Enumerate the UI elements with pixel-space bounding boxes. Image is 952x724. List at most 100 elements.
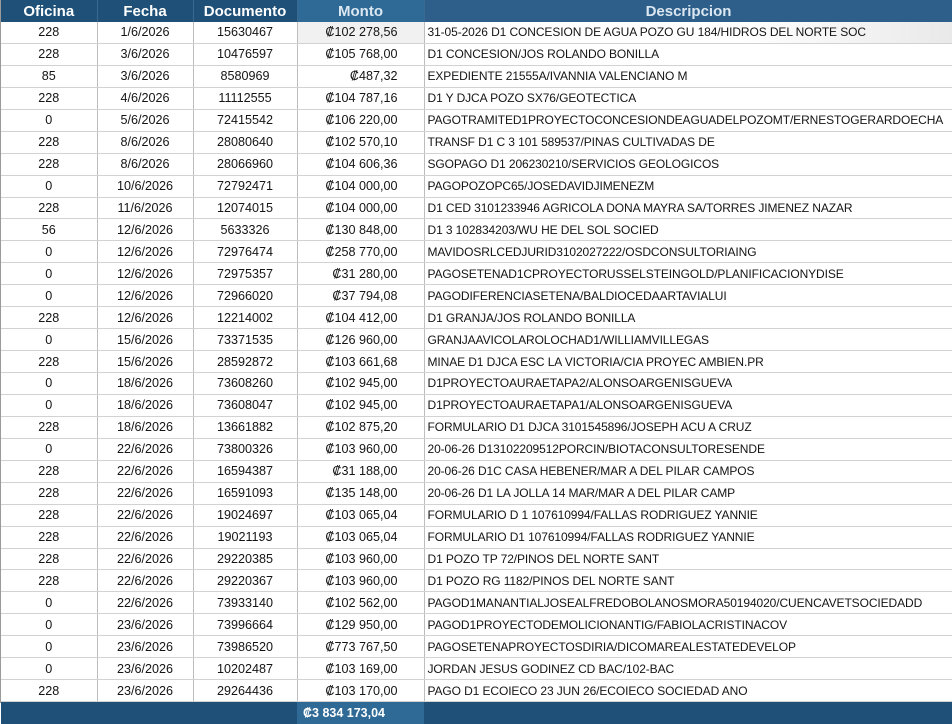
cell-oficina[interactable]: 228	[1, 569, 98, 593]
cell-descripcion[interactable]: D1 3 102834203/WU HE DEL SOL SOCIED	[424, 218, 952, 242]
cell-monto[interactable]: ₡103 169,00	[297, 657, 425, 681]
cell-monto[interactable]: ₡104 000,00	[297, 197, 425, 220]
cell-fecha[interactable]: 18/6/2026	[97, 372, 194, 395]
cell-monto[interactable]: ₡103 661,68	[297, 350, 425, 373]
cell-fecha[interactable]: 5/6/2026	[97, 109, 194, 132]
cell-descripcion[interactable]: PAGOSETENAD1CPROYECTORUSSELSTEINGOLD/PLA…	[424, 262, 952, 286]
cell-descripcion[interactable]: FORMULARIO D 1 107610994/FALLAS RODRIGUE…	[424, 504, 952, 527]
cell-descripcion[interactable]: D1 Y DJCA POZO SX76/GEOTECTICA	[424, 87, 952, 110]
cell-monto[interactable]: ₡773 767,50	[297, 635, 425, 659]
cell-documento[interactable]: 12214002	[193, 306, 298, 330]
cell-monto[interactable]: ₡102 562,00	[297, 591, 425, 615]
cell-documento[interactable]: 11112555	[193, 87, 298, 110]
cell-fecha[interactable]: 22/6/2026	[97, 548, 194, 571]
cell-oficina[interactable]: 0	[1, 438, 98, 461]
cell-descripcion[interactable]: D1 POZO TP 72/PINOS DEL NORTE SANT	[424, 548, 952, 571]
cell-oficina[interactable]: 0	[1, 657, 98, 681]
cell-monto[interactable]: ₡104 412,00	[297, 306, 425, 330]
total-row-empty-cell[interactable]	[424, 701, 952, 724]
cell-documento[interactable]: 10476597	[193, 43, 298, 66]
cell-fecha[interactable]: 22/6/2026	[97, 591, 194, 615]
cell-fecha[interactable]: 23/6/2026	[97, 635, 194, 659]
cell-oficina[interactable]: 0	[1, 591, 98, 615]
cell-monto[interactable]: ₡104 606,36	[297, 153, 425, 176]
cell-fecha[interactable]: 12/6/2026	[97, 306, 194, 330]
cell-descripcion[interactable]: PAGO D1 ECOIECO 23 JUN 26/ECOIECO SOCIED…	[424, 679, 952, 703]
cell-documento[interactable]: 72975357	[193, 262, 298, 286]
cell-oficina[interactable]: 0	[1, 262, 98, 286]
column-header-monto[interactable]: Monto	[297, 0, 425, 22]
cell-descripcion[interactable]: D1 GRANJA/JOS ROLANDO BONILLA	[424, 306, 952, 330]
cell-oficina[interactable]: 228	[1, 679, 98, 703]
cell-fecha[interactable]: 22/6/2026	[97, 438, 194, 461]
cell-monto[interactable]: ₡106 220,00	[297, 109, 425, 132]
cell-documento[interactable]: 19021193	[193, 526, 298, 549]
cell-descripcion[interactable]: PAGOPOZOPC65/JOSEDAVIDJIMENEZM	[424, 175, 952, 198]
cell-oficina[interactable]: 228	[1, 131, 98, 154]
cell-documento[interactable]: 29220385	[193, 548, 298, 571]
cell-oficina[interactable]: 228	[1, 153, 98, 176]
cell-monto[interactable]: ₡105 768,00	[297, 43, 425, 66]
cell-monto[interactable]: ₡102 945,00	[297, 394, 425, 417]
cell-monto[interactable]: ₡103 170,00	[297, 679, 425, 703]
cell-fecha[interactable]: 12/6/2026	[97, 218, 194, 242]
column-header-descripcion[interactable]: Descripcion	[424, 0, 952, 22]
cell-descripcion[interactable]: D1PROYECTOAURAETAPA2/ALONSOARGENISGUEVA	[424, 372, 952, 395]
cell-documento[interactable]: 72966020	[193, 284, 298, 308]
cell-oficina[interactable]: 228	[1, 526, 98, 549]
total-row-empty-cell[interactable]	[97, 701, 193, 724]
cell-documento[interactable]: 73608047	[193, 394, 298, 417]
cell-descripcion[interactable]: D1 POZO RG 1182/PINOS DEL NORTE SANT	[424, 569, 952, 593]
column-header-fecha[interactable]: Fecha	[97, 0, 194, 22]
cell-descripcion[interactable]: PAGOTRAMITED1PROYECTOCONCESIONDEAGUADELP…	[424, 109, 952, 132]
cell-documento[interactable]: 5633326	[193, 218, 298, 242]
cell-documento[interactable]: 28080640	[193, 131, 298, 154]
total-monto[interactable]: ₡3 834 173,04	[297, 701, 424, 724]
cell-monto[interactable]: ₡103 065,04	[297, 526, 425, 549]
cell-monto[interactable]: ₡103 960,00	[297, 569, 425, 593]
cell-documento[interactable]: 19024697	[193, 504, 298, 527]
cell-oficina[interactable]: 0	[1, 240, 98, 264]
cell-monto[interactable]: ₡31 188,00	[297, 460, 425, 483]
cell-documento[interactable]: 73986520	[193, 635, 298, 659]
cell-documento[interactable]: 28592872	[193, 350, 298, 373]
cell-oficina[interactable]: 0	[1, 109, 98, 132]
cell-oficina[interactable]: 228	[1, 416, 98, 439]
cell-monto[interactable]: ₡102 875,20	[297, 416, 425, 439]
cell-oficina[interactable]: 0	[1, 613, 98, 637]
cell-fecha[interactable]: 12/6/2026	[97, 240, 194, 264]
total-row-empty-cell[interactable]	[1, 701, 97, 724]
cell-fecha[interactable]: 11/6/2026	[97, 197, 194, 220]
cell-monto[interactable]: ₡37 794,08	[297, 284, 425, 308]
cell-documento[interactable]: 12074015	[193, 197, 298, 220]
cell-fecha[interactable]: 22/6/2026	[97, 460, 194, 483]
cell-fecha[interactable]: 22/6/2026	[97, 504, 194, 527]
cell-monto[interactable]: ₡104 787,16	[297, 87, 425, 110]
cell-fecha[interactable]: 12/6/2026	[97, 284, 194, 308]
cell-fecha[interactable]: 22/6/2026	[97, 526, 194, 549]
cell-fecha[interactable]: 18/6/2026	[97, 416, 194, 439]
cell-documento[interactable]: 73996664	[193, 613, 298, 637]
cell-documento[interactable]: 16591093	[193, 482, 298, 505]
cell-descripcion[interactable]: 20-06-26 D13102209512PORCIN/BIOTACONSULT…	[424, 438, 952, 461]
cell-fecha[interactable]: 3/6/2026	[97, 65, 194, 88]
cell-monto[interactable]: ₡258 770,00	[297, 240, 425, 264]
cell-documento[interactable]: 29220367	[193, 569, 298, 593]
cell-oficina[interactable]: 56	[1, 218, 98, 242]
cell-descripcion[interactable]: 20-06-26 D1 LA JOLLA 14 MAR/MAR A DEL PI…	[424, 482, 952, 505]
cell-monto[interactable]: ₡130 848,00	[297, 218, 425, 242]
cell-descripcion[interactable]: 20-06-26 D1C CASA HEBENER/MAR A DEL PILA…	[424, 460, 952, 483]
cell-fecha[interactable]: 10/6/2026	[97, 175, 194, 198]
cell-documento[interactable]: 72792471	[193, 175, 298, 198]
cell-documento[interactable]: 73608260	[193, 372, 298, 395]
cell-descripcion[interactable]: FORMULARIO D1 DJCA 3101545896/JOSEPH ACU…	[424, 416, 952, 439]
cell-descripcion[interactable]: PAGOD1PROYECTODEMOLICIONANTIG/FABIOLACRI…	[424, 613, 952, 637]
cell-descripcion[interactable]: PAGOD1MANANTIALJOSEALFREDOBOLANOSMORA501…	[424, 591, 952, 615]
cell-fecha[interactable]: 23/6/2026	[97, 613, 194, 637]
cell-oficina[interactable]: 228	[1, 22, 98, 44]
cell-fecha[interactable]: 15/6/2026	[97, 328, 194, 352]
cell-descripcion[interactable]: GRANJAAVICOLAROLOCHAD1/WILLIAMVILLEGAS	[424, 328, 952, 352]
cell-oficina[interactable]: 0	[1, 328, 98, 352]
cell-oficina[interactable]: 228	[1, 197, 98, 220]
cell-documento[interactable]: 13661882	[193, 416, 298, 439]
